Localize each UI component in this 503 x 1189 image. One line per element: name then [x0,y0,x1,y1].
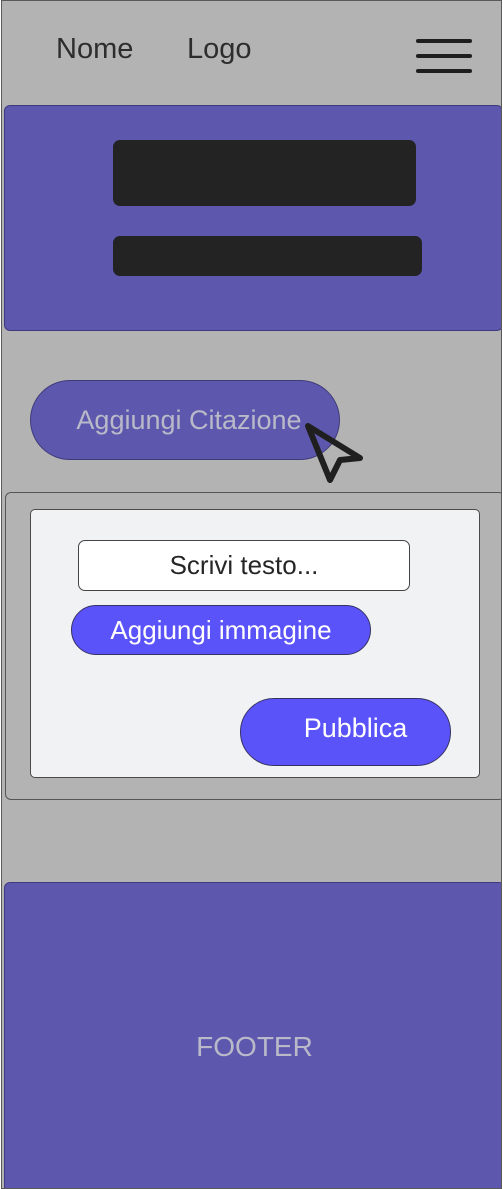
footer: FOOTER [4,882,501,1188]
hamburger-line [416,54,472,58]
hero-banner [4,105,501,331]
site-logo[interactable]: Logo [187,33,252,66]
site-name: Nome [56,33,134,65]
mouse-pointer-icon [305,423,363,483]
publish-button[interactable]: Pubblica [240,698,451,766]
hamburger-line [416,69,472,73]
add-quote-button[interactable]: Aggiungi Citazione [30,380,340,460]
hero-subtitle-placeholder [113,236,422,276]
add-image-button[interactable]: Aggiungi immagine [71,605,371,655]
hero-title-placeholder [113,140,416,206]
hamburger-menu-icon[interactable] [416,37,474,77]
footer-label: FOOTER [196,1031,313,1062]
hamburger-line [416,39,472,43]
quote-text-input[interactable] [78,540,410,591]
